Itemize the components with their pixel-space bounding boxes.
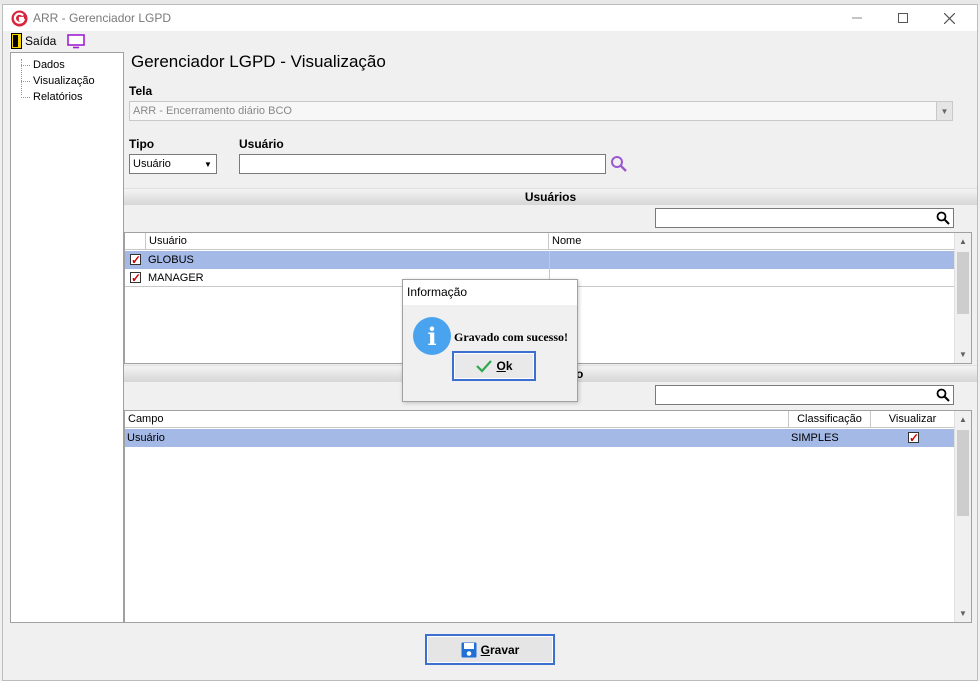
tipo-select-value: Usuário <box>133 158 171 170</box>
search-icon[interactable] <box>936 388 950 402</box>
users-section-header: Usuários <box>124 188 977 205</box>
fields-col-campo[interactable]: Campo <box>125 411 789 428</box>
ok-label-rest: k <box>505 359 513 373</box>
info-icon: i <box>413 317 451 355</box>
row-classificacao: SIMPLES <box>791 432 839 444</box>
save-label: Gravar <box>481 643 520 657</box>
save-accelerator: G <box>480 642 490 657</box>
ok-accelerator: O <box>496 359 506 373</box>
search-icon[interactable] <box>610 155 628 173</box>
save-label-rest: ravar <box>489 642 520 657</box>
usuario-label: Usuário <box>239 137 284 151</box>
fields-search-input[interactable] <box>655 385 954 405</box>
check-icon <box>476 360 493 373</box>
page-title: Gerenciador LGPD - Visualização <box>131 52 386 71</box>
tela-select-value: ARR - Encerramento diário BCO <box>133 105 292 117</box>
tree-item-visualizacao[interactable]: Visualização <box>33 75 95 87</box>
tipo-label: Tipo <box>129 137 155 151</box>
window-title: ARR - Gerenciador LGPD <box>33 11 172 25</box>
maximize-button[interactable] <box>880 5 926 31</box>
chevron-down-icon: ▼ <box>200 155 216 173</box>
users-col-nome[interactable]: Nome <box>549 233 955 250</box>
users-col-usuario[interactable]: Usuário <box>146 233 549 250</box>
fields-table-scrollbar[interactable]: ▲ ▼ <box>954 411 971 622</box>
row-checkbox[interactable] <box>130 251 141 269</box>
tela-select[interactable]: ARR - Encerramento diário BCO ▼ <box>129 101 953 121</box>
scroll-up-icon[interactable]: ▲ <box>955 233 971 250</box>
toolbar: Saída <box>3 31 977 51</box>
app-logo-icon <box>11 10 28 27</box>
info-dialog: Informação i Gravado com sucesso! Ok <box>402 279 578 402</box>
scroll-thumb[interactable] <box>957 252 969 314</box>
scroll-thumb[interactable] <box>957 430 969 516</box>
tree-branch <box>21 97 30 98</box>
fields-col-visualizar[interactable]: Visualizar <box>871 411 955 428</box>
tree-item-relatorios[interactable]: Relatórios <box>33 91 83 103</box>
dialog-title: Informação <box>403 280 577 305</box>
ok-label: Ok <box>496 359 512 373</box>
tela-label: Tela <box>129 84 153 98</box>
users-table-check-header <box>125 233 146 250</box>
chevron-down-icon: ▼ <box>936 102 952 120</box>
close-button[interactable] <box>926 5 972 31</box>
save-button[interactable]: Gravar <box>425 634 555 665</box>
row-checkbox[interactable] <box>130 269 141 287</box>
close-icon <box>943 12 955 24</box>
monitor-icon[interactable] <box>67 34 85 49</box>
row-usuario: GLOBUS <box>148 254 194 266</box>
tree-branch <box>21 81 30 82</box>
tree-item-dados[interactable]: Dados <box>33 59 65 71</box>
navigation-tree: Dados Visualização Relatórios <box>10 52 124 623</box>
tree-branch <box>21 65 30 66</box>
users-search-input[interactable] <box>655 208 954 228</box>
usuario-input[interactable] <box>239 154 606 174</box>
exit-button[interactable]: Saída <box>11 33 56 49</box>
row-nome <box>549 251 550 269</box>
table-row[interactable]: Usuário SIMPLES <box>125 429 955 447</box>
search-icon[interactable] <box>936 211 950 225</box>
title-bar: ARR - Gerenciador LGPD <box>3 5 977 31</box>
minimize-icon <box>852 17 862 19</box>
row-usuario: MANAGER <box>148 272 204 284</box>
maximize-icon <box>898 13 908 23</box>
scroll-down-icon[interactable]: ▼ <box>955 605 971 622</box>
row-campo: Usuário <box>127 432 165 444</box>
tipo-select[interactable]: Usuário ▼ <box>129 154 217 174</box>
fields-table: Campo Classificação Visualizar Usuário S… <box>124 410 972 623</box>
dialog-message: Gravado com sucesso! <box>454 330 568 344</box>
users-table-scrollbar[interactable]: ▲ ▼ <box>954 233 971 363</box>
app-window: ARR - Gerenciador LGPD Saída Dados Visua… <box>2 4 978 681</box>
scroll-up-icon[interactable]: ▲ <box>955 411 971 428</box>
save-disk-icon <box>461 642 477 657</box>
exit-door-icon <box>11 33 22 49</box>
table-row[interactable]: GLOBUS <box>125 251 955 269</box>
minimize-button[interactable] <box>834 5 880 31</box>
scroll-down-icon[interactable]: ▼ <box>955 346 971 363</box>
exit-label: Saída <box>25 34 57 48</box>
row-visualizar-checkbox[interactable] <box>908 429 919 447</box>
ok-button[interactable]: Ok <box>452 351 536 381</box>
fields-col-classificacao[interactable]: Classificação <box>789 411 871 428</box>
